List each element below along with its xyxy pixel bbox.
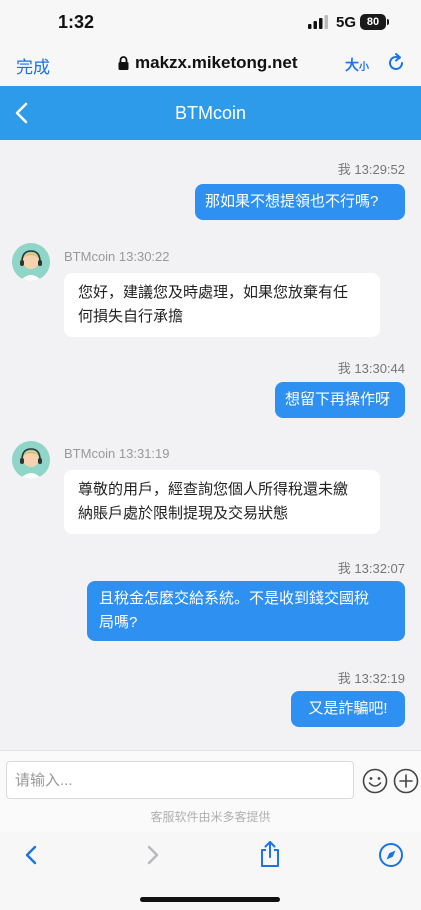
message-text-line: 局嗎?: [99, 614, 138, 631]
message-text-line: 何損失自行承擔: [78, 308, 184, 325]
message-text-line: 且稅金怎麼交給系統。不是收到錢交國稅: [99, 590, 370, 607]
browser-back-icon[interactable]: [22, 844, 40, 866]
battery-tip: [387, 19, 389, 25]
chat-title: BTMcoin: [174, 103, 246, 123]
network-type: 5G: [336, 14, 357, 31]
share-icon[interactable]: [259, 840, 281, 868]
url-field[interactable]: makzx.miketong.net: [118, 53, 298, 73]
done-button[interactable]: 完成: [16, 53, 50, 78]
text-size-small: 小: [359, 62, 369, 73]
compass-icon[interactable]: [378, 842, 404, 868]
battery-icon: 80: [360, 14, 386, 30]
reload-icon[interactable]: [386, 52, 406, 74]
agent-avatar: [12, 441, 50, 479]
message-bubble-mine: 想留下再操作呀: [275, 382, 405, 418]
agent-avatar-icon: [12, 441, 50, 479]
home-indicator: [140, 897, 280, 902]
back-chevron-icon[interactable]: [14, 102, 28, 124]
message-meta: 我 13:30:44: [337, 361, 405, 376]
message-text: 想留下再操作呀: [285, 391, 391, 408]
message-text-line: 尊敬的用戶，經查詢您個人所得稅還未繳: [78, 481, 349, 498]
status-bar: 1:32 5G 80: [0, 0, 421, 44]
agent-avatar: [12, 243, 50, 281]
text-size-button[interactable]: 大小: [345, 55, 369, 75]
add-attachment-icon[interactable]: [393, 768, 419, 794]
message-text: 又是詐騙吧!: [308, 700, 388, 717]
message-meta: BTMcoin 13:31:19: [64, 446, 170, 461]
browser-forward-icon[interactable]: [144, 844, 162, 866]
signal-icon: [308, 15, 328, 29]
message-meta: BTMcoin 13:30:22: [64, 249, 170, 264]
message-bubble-mine: 那如果不想提領也不行嗎?: [195, 184, 405, 220]
message-meta: 我 13:32:19: [337, 671, 405, 686]
message-bubble-agent: 您好，建議您及時處理，如果您放棄有任 何損失自行承擔: [64, 273, 380, 337]
chat-header: BTMcoin: [0, 86, 421, 140]
browser-bar: 完成 makzx.miketong.net 大小: [0, 44, 421, 86]
browser-toolbar: [0, 832, 421, 910]
battery-level: 80: [366, 16, 380, 28]
composer: 客服软件由米多客提供: [0, 750, 421, 833]
message-bubble-agent: 尊敬的用戶，經查詢您個人所得稅還未繳 納賬戶處於限制提現及交易狀態: [64, 470, 380, 534]
message-input[interactable]: [6, 761, 354, 799]
message-text-line: 納賬戶處於限制提現及交易狀態: [78, 505, 289, 522]
message-meta: 我 13:32:07: [337, 561, 405, 576]
emoji-icon[interactable]: [362, 768, 388, 794]
powered-by-text: 客服软件由米多客提供: [150, 810, 271, 824]
agent-avatar-icon: [12, 243, 50, 281]
text-size-label: 大: [345, 57, 359, 73]
message-meta: 我 13:29:52: [337, 162, 405, 177]
message-list[interactable]: 我 13:29:52 那如果不想提領也不行嗎? BTMcoin 13:30:22…: [0, 140, 421, 750]
message-bubble-mine: 且稅金怎麼交給系統。不是收到錢交國稅 局嗎?: [87, 581, 405, 641]
message-text: 那如果不想提領也不行嗎?: [205, 193, 379, 210]
message-bubble-mine: 又是詐騙吧!: [291, 691, 405, 727]
url-text: makzx.miketong.net: [135, 53, 298, 72]
status-time: 1:32: [58, 12, 95, 32]
message-text-line: 您好，建議您及時處理，如果您放棄有任: [78, 284, 349, 301]
lock-icon: [118, 56, 129, 70]
